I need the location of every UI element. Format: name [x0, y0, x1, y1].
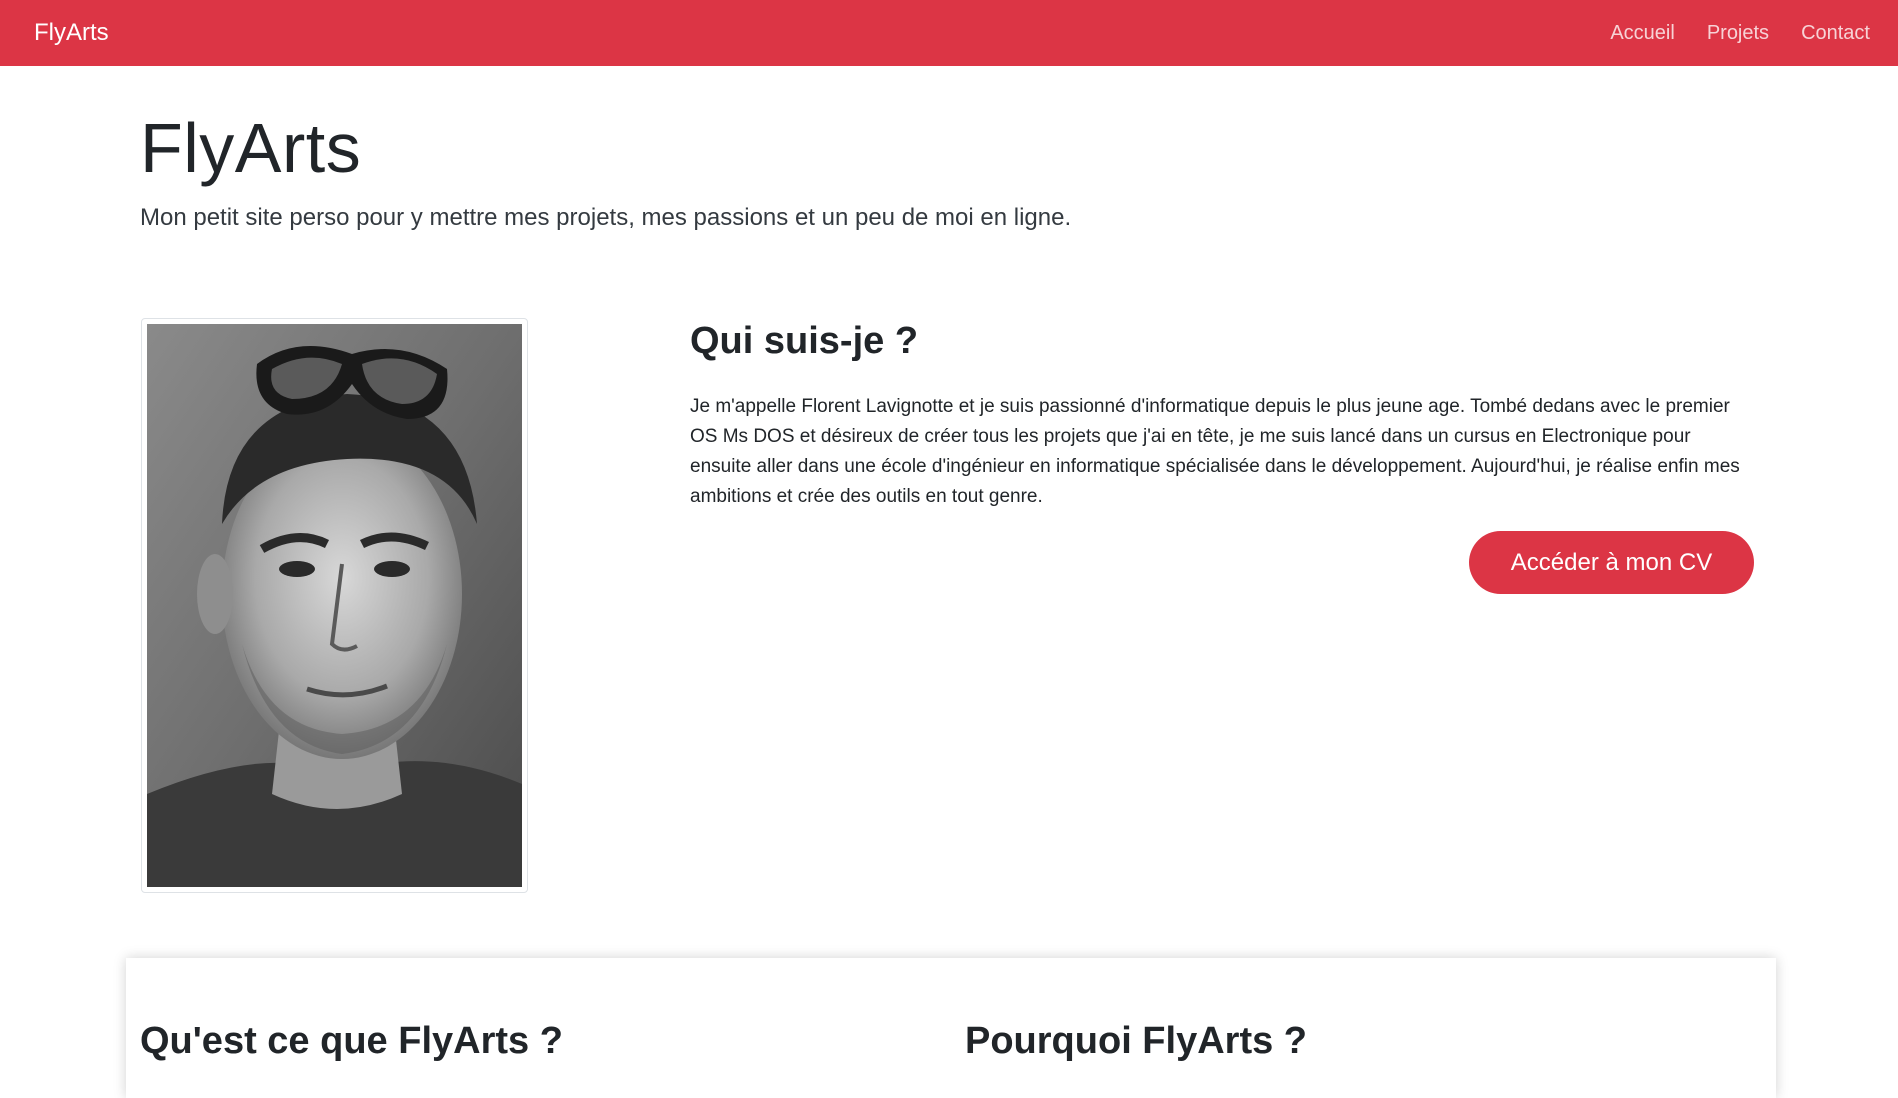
navbar-brand[interactable]: FlyArts: [34, 19, 109, 47]
hero-title: FlyArts: [140, 109, 362, 187]
cv-button[interactable]: Accéder à mon CV: [1469, 531, 1754, 594]
nav-links: Accueil Projets Contact: [1610, 22, 1870, 45]
nav-link-projets[interactable]: Projets: [1707, 22, 1769, 45]
nav-link-accueil[interactable]: Accueil: [1610, 22, 1674, 45]
navbar: FlyArts Accueil Projets Contact: [0, 0, 1898, 66]
about-text: Je m'appelle Florent Lavignotte et je su…: [690, 396, 1740, 507]
portrait-photo: [141, 318, 528, 893]
what-is-flyarts-heading: Qu'est ce que FlyArts ?: [140, 1020, 563, 1062]
hero-lead: Mon petit site perso pour y mettre mes p…: [140, 204, 1072, 231]
nav-link-contact[interactable]: Contact: [1801, 22, 1870, 45]
why-flyarts-heading: Pourquoi FlyArts ?: [965, 1020, 1307, 1062]
about-title: Qui suis-je ?: [690, 320, 919, 362]
portrait-image: [147, 324, 522, 887]
